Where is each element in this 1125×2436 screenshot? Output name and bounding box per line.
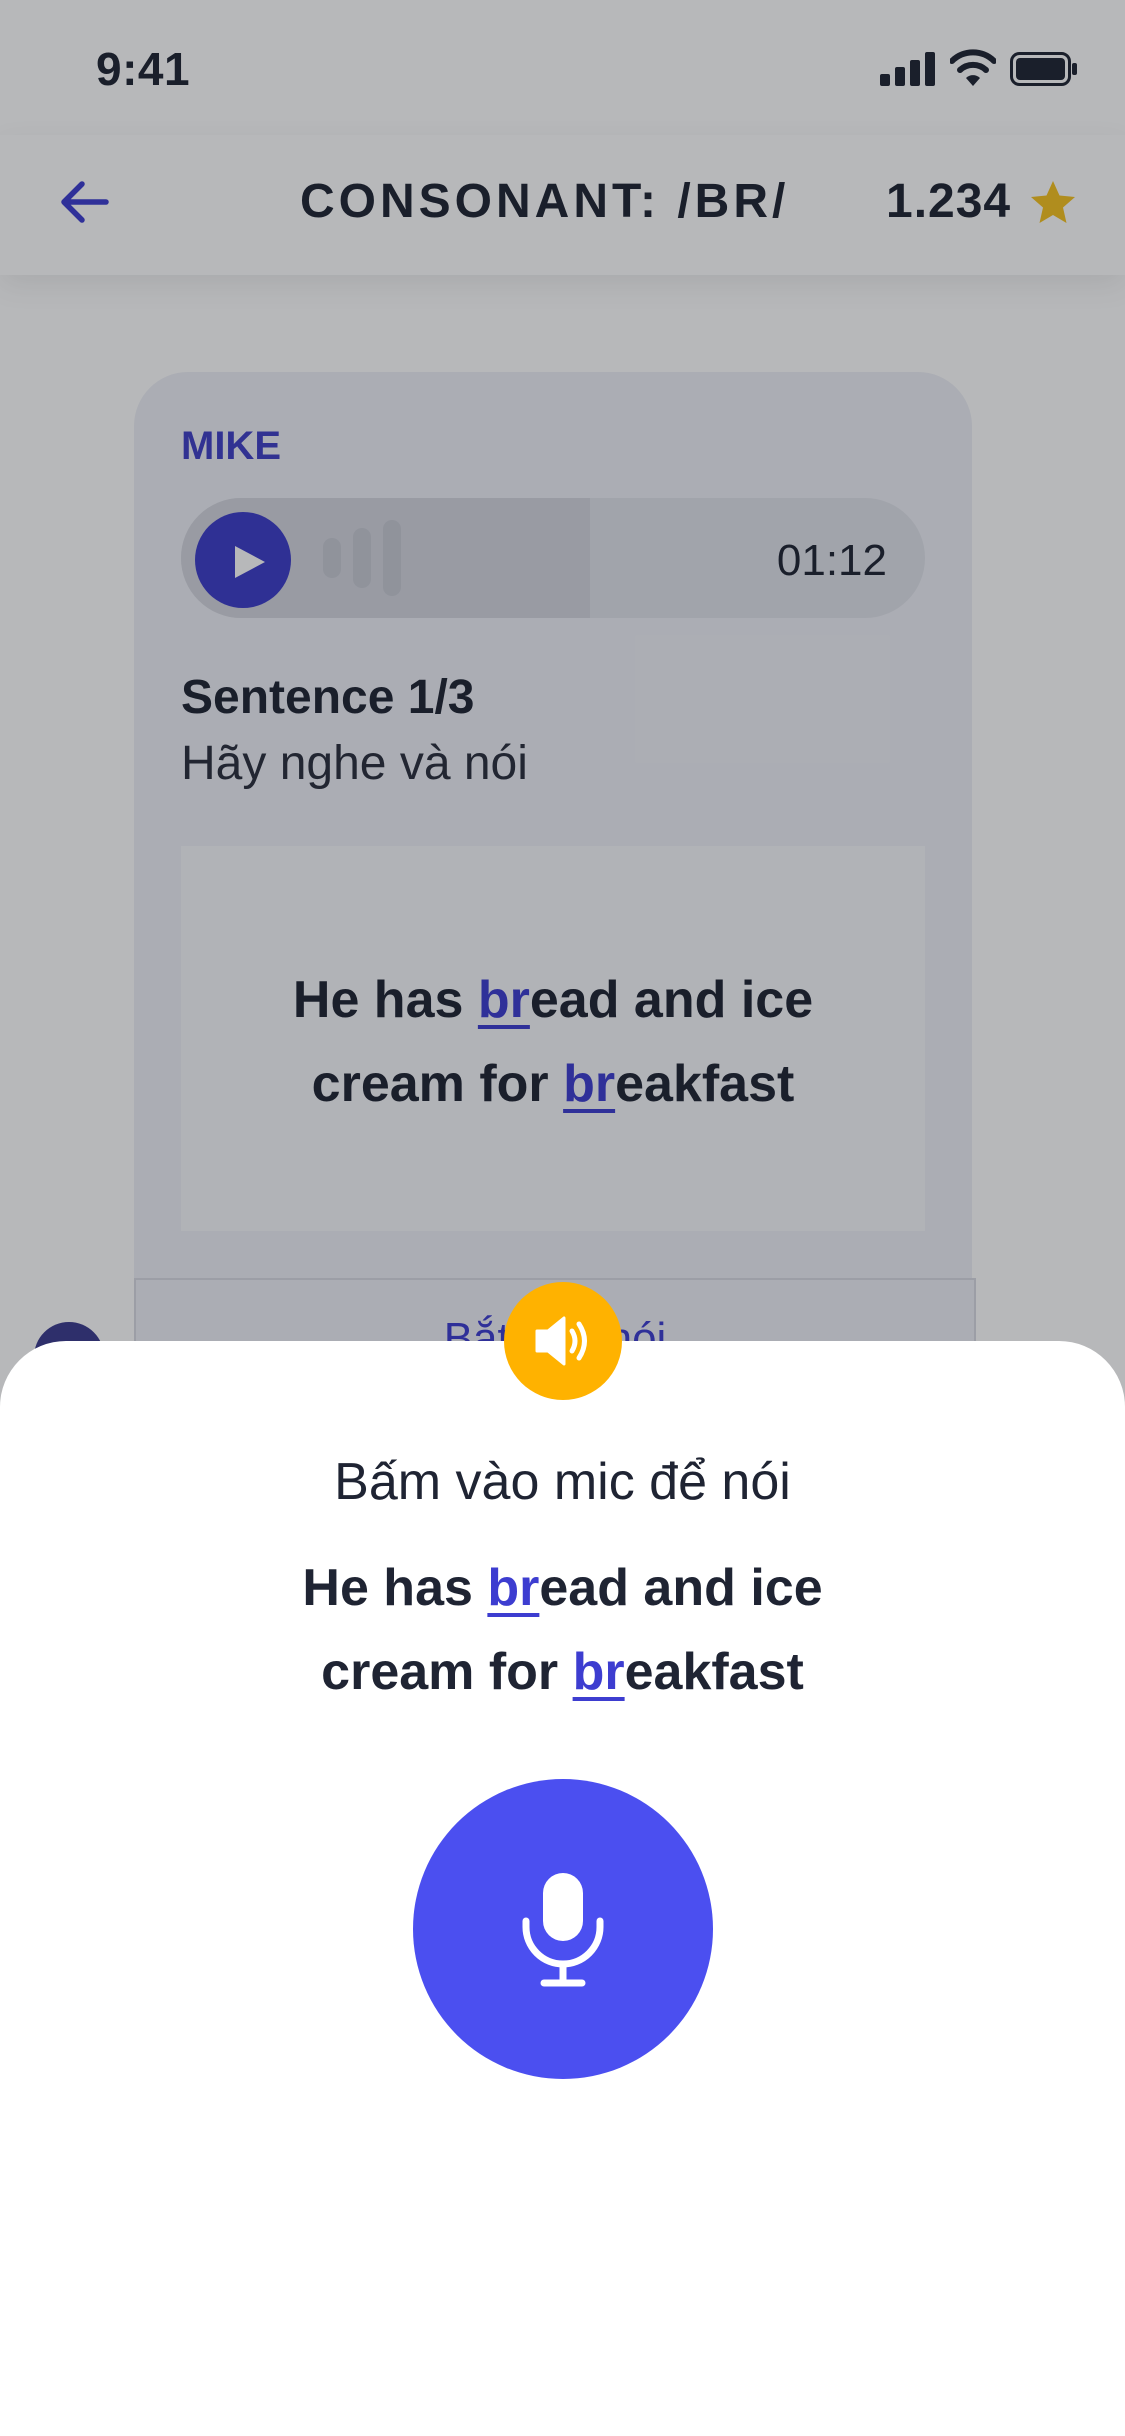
sheet-instruction: Bấm vào mic để nói — [334, 1453, 791, 1511]
highlighted-phoneme: br — [572, 1643, 625, 1701]
speaker-icon — [535, 1316, 587, 1366]
sentence-line: He has bread and ice — [0, 1546, 1125, 1630]
highlighted-phoneme: br — [487, 1559, 540, 1617]
mic-button[interactable] — [413, 1779, 713, 2079]
sentence-line: cream for breakfast — [0, 1630, 1125, 1714]
sentence-text: eakfast — [624, 1643, 804, 1701]
speaker-button[interactable] — [504, 1282, 622, 1400]
sentence-text: ead and ice — [539, 1559, 823, 1617]
sentence-text: He has — [302, 1559, 488, 1617]
sheet-sentence: He has bread and ice cream for breakfast — [0, 1546, 1125, 1714]
microphone-icon — [522, 1873, 604, 1987]
sentence-text: cream for — [321, 1643, 573, 1701]
